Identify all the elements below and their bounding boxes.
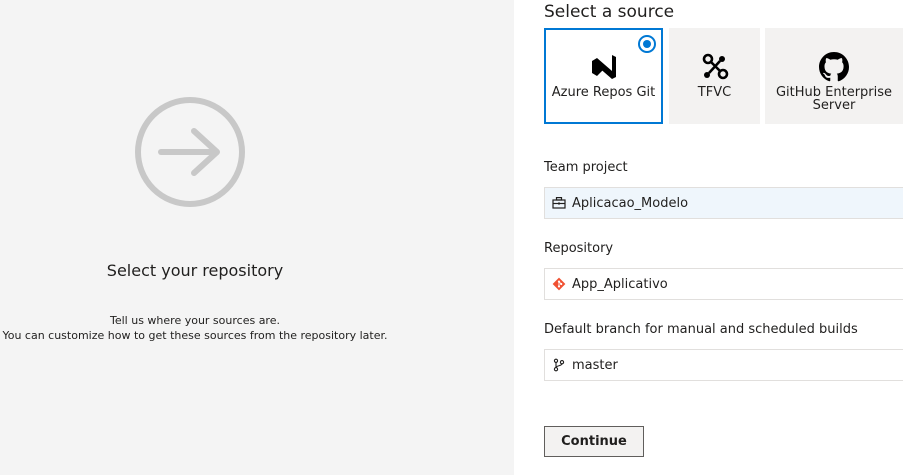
default-branch-value: master — [572, 357, 618, 373]
source-tile-tfvc[interactable]: TFVC — [669, 28, 760, 124]
source-tile-github-enterprise[interactable]: GitHub Enterprise Server — [765, 28, 903, 124]
tfvc-icon — [702, 53, 728, 80]
azure-repos-icon — [591, 55, 616, 79]
source-tile-label: GitHub Enterprise Server — [776, 86, 892, 112]
new-pipeline-source-page: Select your repository Tell us where you… — [0, 0, 903, 475]
team-project-field[interactable]: Aplicacao_Modelo — [544, 187, 903, 219]
info-line-1: Tell us where your sources are. — [110, 314, 280, 327]
info-title: Select your repository — [106, 261, 284, 280]
selected-radio-indicator — [638, 35, 656, 53]
repository-value: App_Aplicativo — [572, 276, 668, 292]
briefcase-icon — [552, 197, 566, 209]
default-branch-dropdown[interactable]: master — [544, 349, 903, 381]
repository-dropdown[interactable]: App_Aplicativo — [544, 268, 903, 300]
source-heading: Select a source — [544, 2, 675, 22]
source-tile-label-line-2: Server — [812, 98, 856, 113]
info-line-2: You can customize how to get these sourc… — [2, 329, 388, 342]
branch-icon — [553, 358, 565, 372]
config-panel: Select a source Azure Repos Git TFVC Git… — [514, 0, 903, 475]
info-panel: Select your repository Tell us where you… — [0, 0, 514, 475]
team-project-label: Team project — [544, 160, 628, 175]
default-branch-label: Default branch for manual and scheduled … — [544, 322, 858, 337]
team-project-value: Aplicacao_Modelo — [572, 195, 689, 211]
arrow-circle-icon — [135, 97, 245, 207]
git-icon — [552, 277, 566, 291]
github-icon — [819, 52, 849, 82]
source-tile-label-text: Azure Repos Git — [551, 85, 656, 100]
repository-label: Repository — [544, 241, 614, 256]
continue-button[interactable]: Continue — [544, 426, 644, 457]
source-tile-label-text: TFVC — [697, 85, 732, 100]
source-tile-label: Azure Repos Git — [552, 86, 656, 99]
info-description: Tell us where your sources are. You can … — [0, 313, 390, 343]
source-tile-azure-repos-git[interactable]: Azure Repos Git — [544, 28, 663, 124]
source-tile-label: TFVC — [698, 86, 731, 99]
